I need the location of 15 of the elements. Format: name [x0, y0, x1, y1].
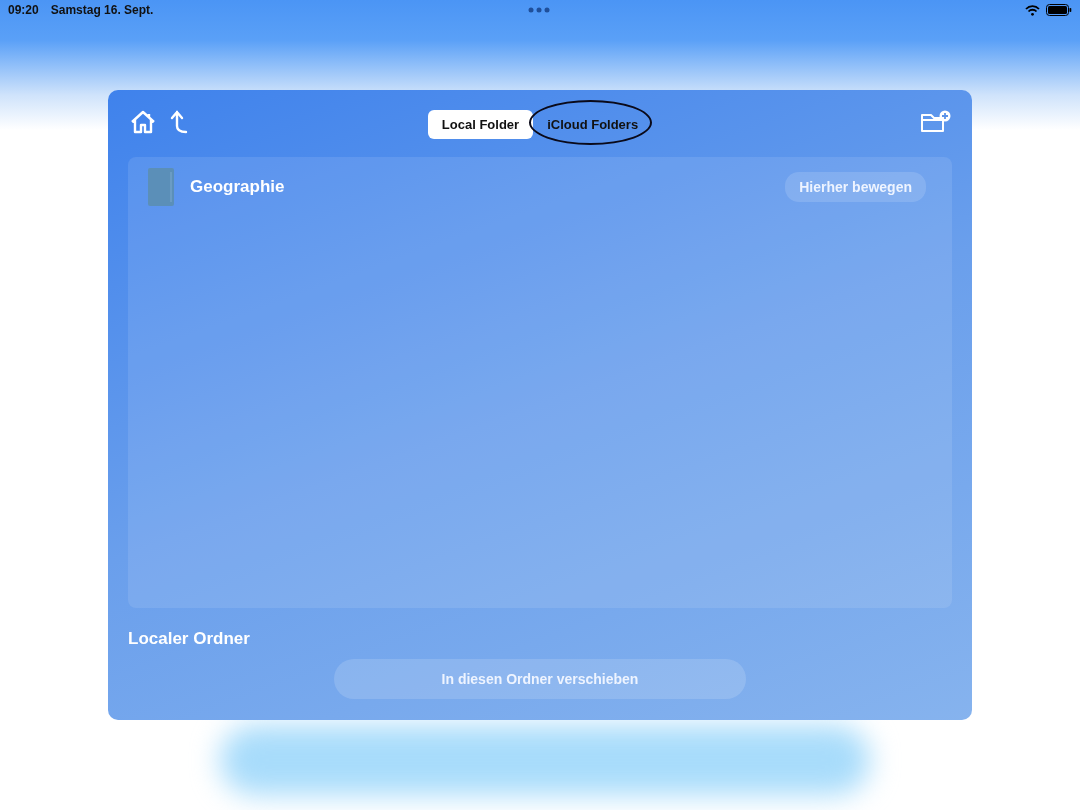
folder-icon	[148, 168, 174, 206]
status-time: 09:20	[8, 3, 39, 17]
multitasking-dots-icon[interactable]	[528, 7, 550, 13]
status-date: Samstag 16. Sept.	[50, 3, 154, 17]
battery-icon	[1046, 4, 1072, 16]
move-here-button[interactable]: Hierher bewegen	[785, 172, 926, 202]
home-icon[interactable]	[130, 110, 156, 134]
location-label: Localer Ordner	[128, 629, 251, 649]
folder-tab[interactable]: Local Folder	[427, 109, 534, 139]
wifi-icon	[1025, 4, 1040, 16]
folder-name[interactable]: Geographie	[190, 177, 770, 197]
move-button[interactable]: In diesen Ordner verschieben	[334, 659, 746, 699]
up-arrow-icon[interactable]	[170, 110, 188, 134]
new-folder-icon[interactable]	[920, 110, 952, 134]
folder-tab[interactable]: iCloud Folders	[533, 109, 653, 139]
